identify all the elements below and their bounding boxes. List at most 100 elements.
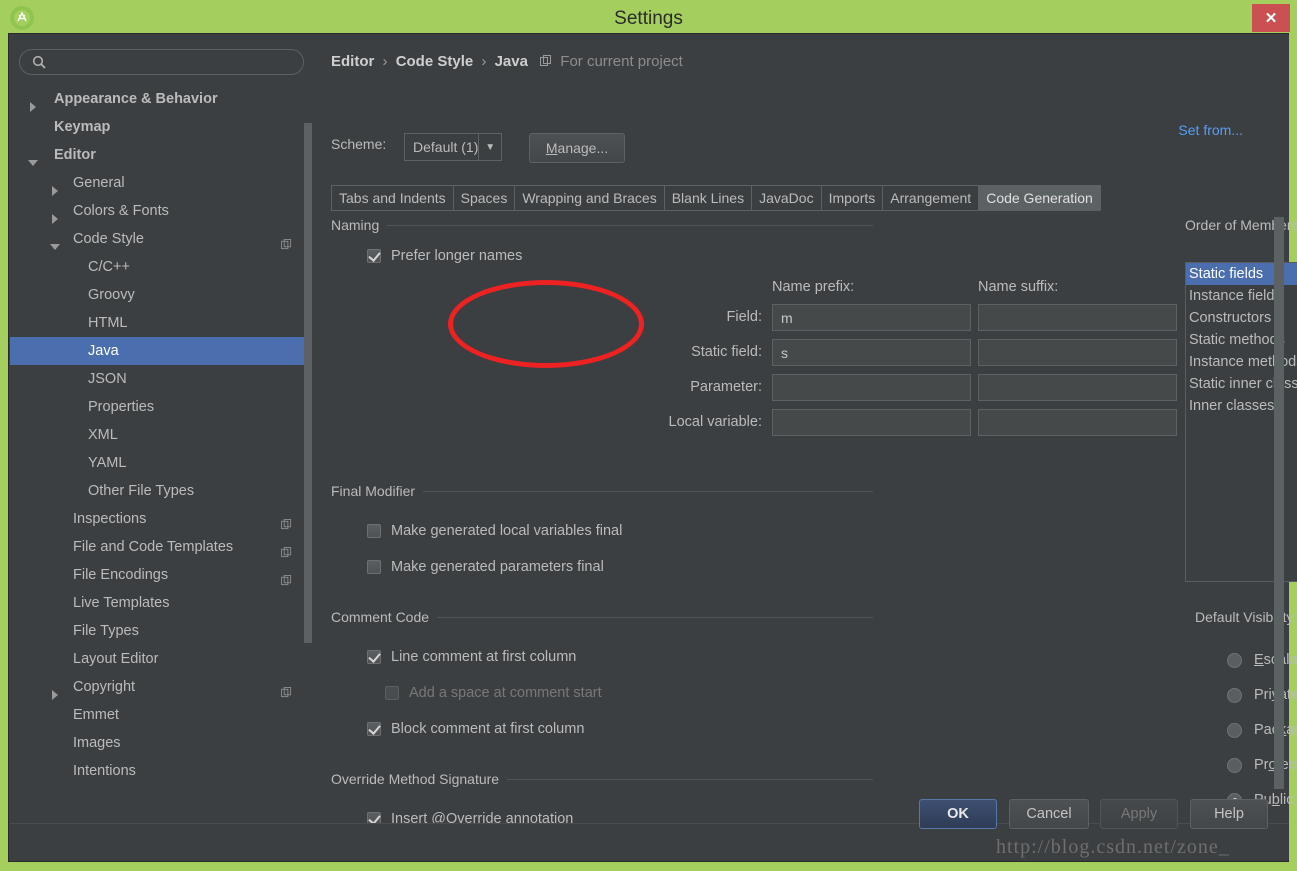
tab-javadoc[interactable]: JavaDoc — [751, 185, 821, 211]
breadcrumb-separator: › — [382, 53, 388, 70]
sidebar-item-intentions[interactable]: Intentions — [10, 757, 312, 785]
breadcrumb: Editor › Code Style › Java For current p… — [331, 53, 683, 70]
sidebar-item-live-templates[interactable]: Live Templates — [10, 589, 312, 617]
sidebar-item-xml[interactable]: XML — [10, 421, 312, 449]
sidebar-item-colors-fonts[interactable]: Colors & Fonts — [10, 197, 312, 225]
tab-imports[interactable]: Imports — [820, 185, 883, 211]
visibility-radio-row[interactable]: Protected — [1227, 757, 1297, 773]
set-from-link[interactable]: Set from... — [1178, 122, 1243, 138]
sidebar-item-keymap[interactable]: Keymap — [10, 113, 312, 141]
sidebar-item-layout-editor[interactable]: Layout Editor — [10, 645, 312, 673]
sidebar-item-label: Code Style — [73, 231, 144, 247]
sidebar-item-editor[interactable]: Editor — [10, 141, 312, 169]
sidebar-item-general[interactable]: General — [10, 169, 312, 197]
search-box[interactable] — [19, 49, 304, 75]
sidebar-item-label: Appearance & Behavior — [54, 91, 218, 107]
sidebar-item-emmet[interactable]: Emmet — [10, 701, 312, 729]
sidebar-item-yaml[interactable]: YAML — [10, 449, 312, 477]
sidebar-scrollbar[interactable] — [304, 85, 312, 825]
breadcrumb-editor[interactable]: Editor — [331, 53, 374, 70]
name-prefix-input[interactable] — [772, 304, 971, 331]
scheme-dropdown[interactable]: Default (1) ▼ — [404, 133, 502, 161]
sidebar-item-properties[interactable]: Properties — [10, 393, 312, 421]
checkbox[interactable] — [367, 560, 381, 574]
prefer-longer-names-row[interactable]: Prefer longer names — [367, 248, 522, 264]
main-scrollbar[interactable] — [1274, 215, 1284, 823]
sidebar-item-label: Java — [88, 343, 119, 359]
breadcrumb-separator: › — [481, 53, 487, 70]
visibility-radio-row[interactable]: Escalate — [1227, 652, 1297, 668]
checkbox-label: Make generated parameters final — [391, 559, 604, 575]
breadcrumb-code-style[interactable]: Code Style — [396, 53, 474, 70]
sidebar-item-file-and-code-templates[interactable]: File and Code Templates — [10, 533, 312, 561]
dialog-footer: OK Cancel Apply Help — [10, 799, 1289, 860]
breadcrumb-java[interactable]: Java — [495, 53, 528, 70]
name-suffix-input[interactable] — [978, 339, 1177, 366]
sidebar-item-copyright[interactable]: Copyright — [10, 673, 312, 701]
chevron-right-icon[interactable] — [50, 206, 60, 224]
radio-button[interactable] — [1227, 757, 1242, 773]
checkbox-row[interactable]: Line comment at first column — [367, 649, 576, 665]
sidebar-item-java[interactable]: Java — [10, 337, 312, 365]
checkbox[interactable] — [367, 722, 381, 736]
name-prefix-input[interactable] — [772, 339, 971, 366]
radio-button[interactable] — [1227, 687, 1242, 703]
apply-button: Apply — [1100, 799, 1178, 829]
name-suffix-input[interactable] — [978, 409, 1177, 436]
visibility-radio-row[interactable]: Package local — [1227, 722, 1297, 738]
radio-button[interactable] — [1227, 722, 1242, 738]
prefer-longer-names-checkbox[interactable] — [367, 249, 381, 263]
main-scrollbar-thumb[interactable] — [1274, 217, 1284, 789]
help-button[interactable]: Help — [1190, 799, 1268, 829]
sidebar-item-file-types[interactable]: File Types — [10, 617, 312, 645]
comment-code-group-title: Comment Code — [331, 609, 430, 625]
sidebar-item-groovy[interactable]: Groovy — [10, 281, 312, 309]
sidebar-item-label: HTML — [88, 315, 128, 331]
tab-tabs-and-indents[interactable]: Tabs and Indents — [331, 185, 453, 211]
checkbox-row[interactable]: Block comment at first column — [367, 721, 584, 737]
settings-sidebar: Appearance & Behavior Keymap Editor General… — [10, 35, 312, 825]
sidebar-item-json[interactable]: JSON — [10, 365, 312, 393]
chevron-down-icon[interactable] — [28, 150, 38, 166]
sidebar-item-html[interactable]: HTML — [10, 309, 312, 337]
name-suffix-input[interactable] — [978, 304, 1177, 331]
comment-code-group-header: Comment Code — [331, 609, 873, 625]
project-scope-note: For current project — [560, 53, 683, 70]
sidebar-item-file-encodings[interactable]: File Encodings — [10, 561, 312, 589]
name-prefix-input[interactable] — [772, 374, 971, 401]
close-icon[interactable]: ✕ — [1252, 4, 1290, 32]
chevron-right-icon[interactable] — [50, 682, 60, 700]
search-input[interactable] — [52, 50, 300, 74]
chevron-right-icon[interactable] — [50, 178, 60, 196]
tab-wrapping-and-braces[interactable]: Wrapping and Braces — [514, 185, 664, 211]
sidebar-item-c-c[interactable]: C/C++ — [10, 253, 312, 281]
sidebar-item-label: Images — [73, 735, 121, 751]
sidebar-item-appearance-behavior[interactable]: Appearance & Behavior — [10, 85, 312, 113]
checkbox-row[interactable]: Make generated parameters final — [367, 559, 604, 575]
scheme-selected-value: Default (1) — [413, 139, 479, 155]
checkbox-row[interactable]: Make generated local variables final — [367, 523, 622, 539]
sidebar-item-label: Groovy — [88, 287, 135, 303]
tab-spaces[interactable]: Spaces — [452, 185, 515, 211]
chevron-right-icon[interactable] — [28, 94, 38, 112]
sidebar-item-other-file-types[interactable]: Other File Types — [10, 477, 312, 505]
sidebar-item-label: Editor — [54, 147, 96, 163]
sidebar-item-code-style[interactable]: Code Style — [10, 225, 312, 253]
tab-arrangement[interactable]: Arrangement — [882, 185, 979, 211]
tab-code-generation[interactable]: Code Generation — [978, 185, 1101, 211]
sidebar-item-inspections[interactable]: Inspections — [10, 505, 312, 533]
sidebar-scrollbar-thumb[interactable] — [304, 123, 312, 643]
visibility-radio-row[interactable]: Private — [1227, 687, 1297, 703]
divider — [387, 224, 873, 226]
name-suffix-input[interactable] — [978, 374, 1177, 401]
radio-button[interactable] — [1227, 652, 1242, 668]
checkbox[interactable] — [367, 524, 381, 538]
manage-button[interactable]: Manage... — [529, 133, 625, 163]
ok-button[interactable]: OK — [919, 799, 997, 829]
name-prefix-input[interactable] — [772, 409, 971, 436]
checkbox[interactable] — [367, 650, 381, 664]
tab-blank-lines[interactable]: Blank Lines — [663, 185, 752, 211]
chevron-down-icon[interactable] — [50, 234, 60, 250]
cancel-button[interactable]: Cancel — [1009, 799, 1089, 829]
sidebar-item-images[interactable]: Images — [10, 729, 312, 757]
